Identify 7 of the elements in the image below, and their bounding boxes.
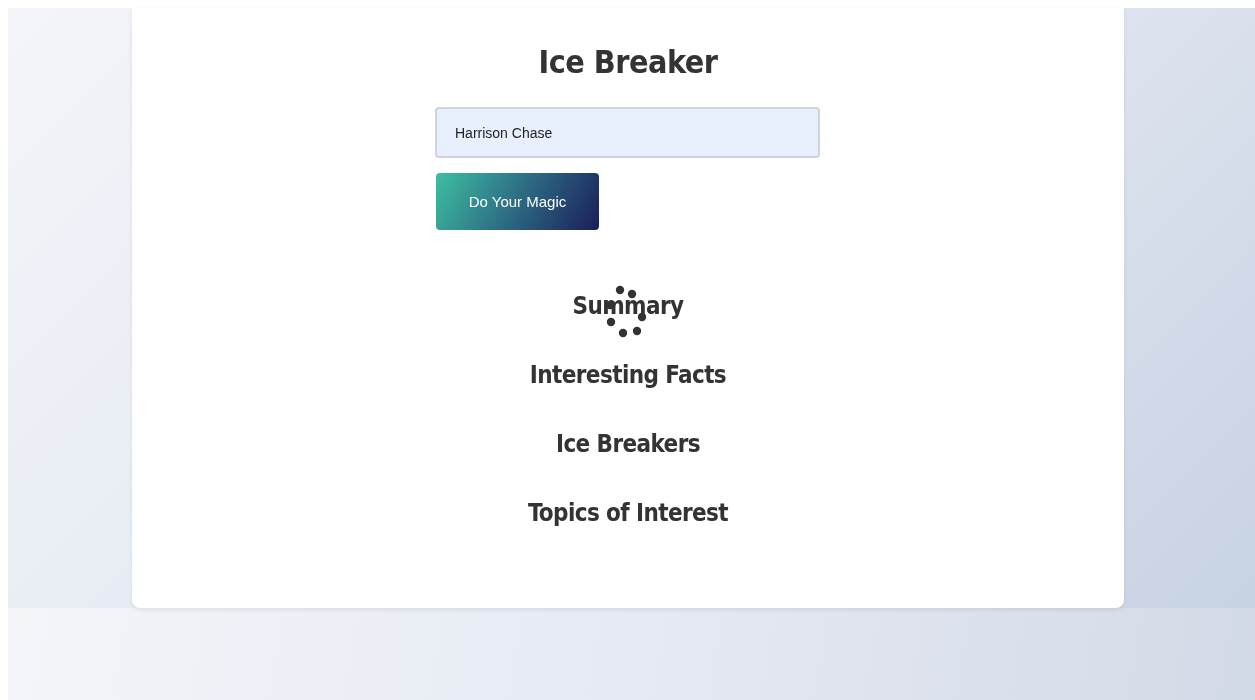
section-heading: Ice Breakers <box>556 429 700 460</box>
page-title: Ice Breaker <box>538 42 718 82</box>
name-input-field[interactable]: Harrison Chase <box>435 107 820 158</box>
section-heading: Summary <box>572 291 684 322</box>
submit-button[interactable]: Do Your Magic <box>436 173 599 230</box>
section-heading: Topics of Interest <box>527 498 729 529</box>
section-heading: Interesting Facts <box>529 360 727 391</box>
